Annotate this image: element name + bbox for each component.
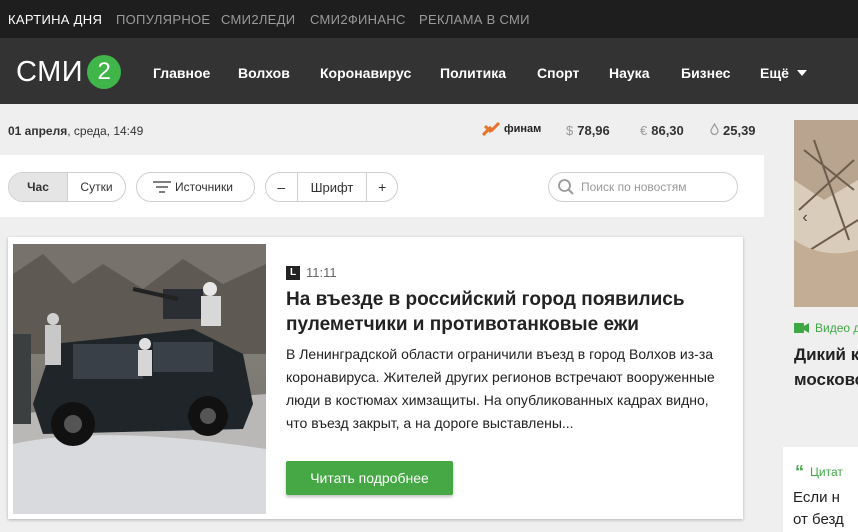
logo-number: 2 — [87, 55, 122, 89]
quote-line-2: от безд — [793, 511, 844, 528]
euro-icon: € — [640, 123, 648, 138]
sources-button[interactable]: Источники — [136, 172, 255, 202]
search-box — [548, 172, 738, 202]
news-time-value: 11:11 — [306, 265, 337, 280]
font-size-control: – Шрифт + — [265, 172, 398, 202]
rate-usd: $78,96 — [566, 123, 610, 138]
top-link-kartina-dnya[interactable]: КАРТИНА ДНЯ — [8, 12, 102, 27]
chevron-down-icon — [796, 70, 807, 76]
top-link-reklama[interactable]: РЕКЛАМА В СМИ — [419, 12, 530, 27]
rate-oil: 25,39 — [710, 122, 756, 138]
top-strip: КАРТИНА ДНЯ ПОПУЛЯРНОЕ СМИ2ЛЕДИ СМИ2ФИНА… — [0, 0, 858, 38]
nav-item-glavnoe[interactable]: Главное — [153, 65, 210, 81]
carousel-prev-button[interactable]: ‹ — [794, 203, 816, 233]
rate-oil-value: 25,39 — [723, 123, 756, 138]
period-hour-button[interactable]: Час — [9, 173, 67, 201]
font-label: Шрифт — [296, 173, 367, 201]
side-quote-card[interactable]: “ Цитат Если н от безд — [783, 447, 858, 532]
nav-item-politika[interactable]: Политика — [440, 65, 506, 81]
date-weekday-time: , среда, 14:49 — [67, 124, 144, 138]
nav-item-koronavirus[interactable]: Коронавирус — [320, 65, 411, 81]
finam-label: финам — [504, 123, 542, 135]
news-photo-image — [13, 244, 266, 514]
nav-more-label: Ещё — [760, 65, 789, 81]
logo-text: СМИ — [16, 55, 84, 88]
nav-item-sport[interactable]: Спорт — [537, 65, 579, 81]
read-more-button[interactable]: Читать подробнее — [286, 461, 453, 495]
nav-item-nauka[interactable]: Наука — [609, 65, 649, 81]
main-nav: СМИ 2 Главное Волхов Коронавирус Политик… — [0, 38, 858, 104]
news-photo[interactable] — [13, 244, 266, 514]
rate-eur: €86,30 — [640, 123, 684, 138]
chevron-left-icon: ‹ — [802, 209, 808, 226]
nav-item-biznes[interactable]: Бизнес — [681, 65, 730, 81]
nav-item-volhov[interactable]: Волхов — [238, 65, 290, 81]
top-link-populyarnoe[interactable]: ПОПУЛЯРНОЕ — [116, 12, 210, 27]
quote-label: “ Цитат — [795, 462, 843, 482]
side-title-line-2: московс — [794, 370, 858, 389]
quote-line-1: Если н — [793, 489, 840, 506]
finam-logo-icon — [482, 122, 500, 136]
finam-partner-link[interactable]: финам — [482, 122, 541, 136]
side-title-line-1: Дикий к — [794, 345, 858, 364]
news-time: L 11:11 — [286, 265, 337, 280]
top-link-smi2finans[interactable]: СМИ2ФИНАНС — [310, 12, 406, 27]
source-badge-icon: L — [286, 265, 300, 280]
dollar-icon: $ — [566, 123, 574, 138]
video-camera-icon — [794, 323, 809, 333]
quote-text: Если н от безд — [793, 487, 844, 531]
sources-label: Источники — [175, 180, 233, 194]
quote-icon: “ — [795, 462, 804, 482]
date-day: 01 апреля — [8, 124, 68, 138]
period-day-button[interactable]: Сутки — [66, 173, 125, 201]
top-link-smi2ledi[interactable]: СМИ2ЛЕДИ — [221, 12, 295, 27]
side-video-label: Видео д — [794, 321, 858, 335]
rate-eur-value: 86,30 — [651, 123, 684, 138]
nav-item-more[interactable]: Ещё — [760, 65, 807, 81]
search-input[interactable] — [581, 180, 731, 194]
filter-icon — [153, 181, 171, 193]
font-decrease-button[interactable]: – — [266, 173, 297, 201]
period-switch: Час Сутки — [8, 172, 126, 202]
news-headline[interactable]: На въезде в российский город появились п… — [286, 287, 706, 337]
side-video-label-text: Видео д — [815, 321, 858, 335]
oil-drop-icon — [710, 122, 719, 136]
news-lead: В Ленинградской области ограничили въезд… — [286, 346, 715, 431]
quote-label-text: Цитат — [810, 465, 843, 479]
rate-usd-value: 78,96 — [577, 123, 610, 138]
site-logo[interactable]: СМИ 2 — [16, 54, 122, 90]
current-date: 01 апреля, среда, 14:49 — [8, 124, 143, 138]
side-video-title[interactable]: Дикий к московс — [794, 342, 858, 392]
search-icon[interactable] — [557, 178, 575, 196]
news-card[interactable]: L 11:11 На въезде в российский город поя… — [8, 237, 743, 519]
font-increase-button[interactable]: + — [366, 173, 397, 201]
